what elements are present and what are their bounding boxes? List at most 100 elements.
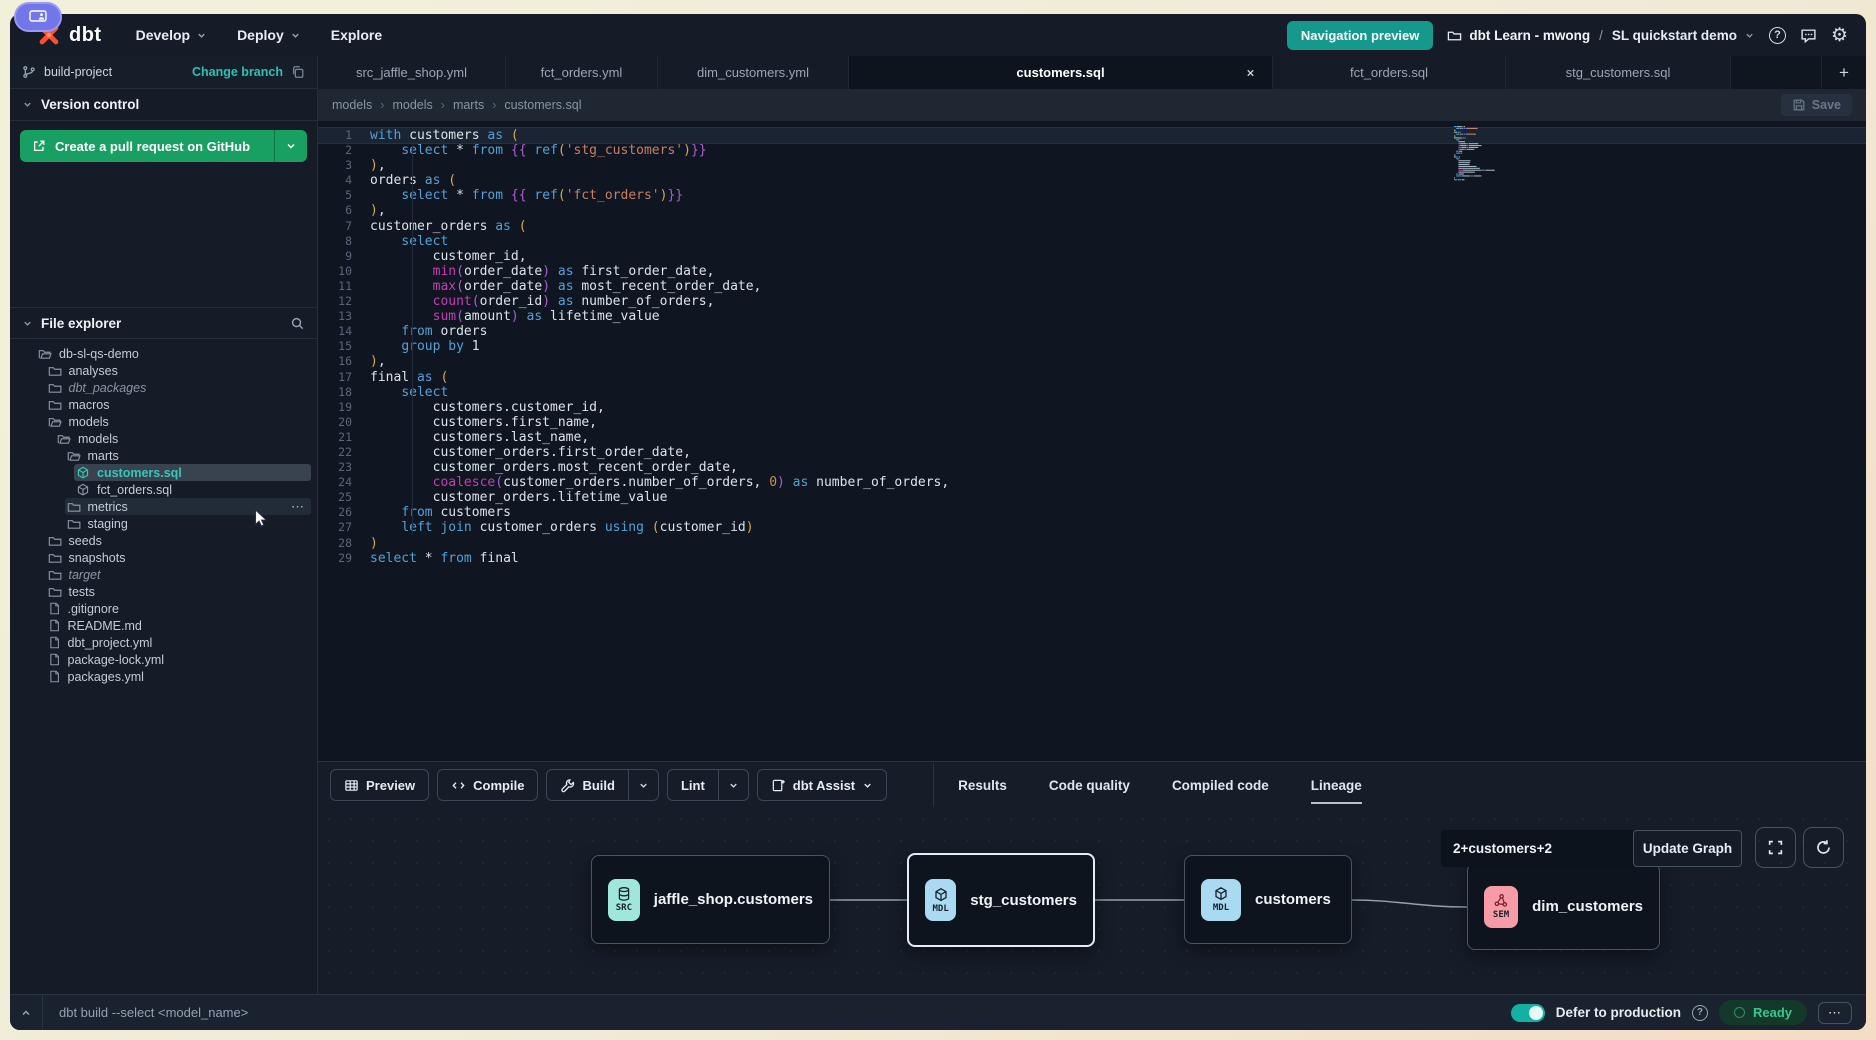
navigation-preview-button[interactable]: Navigation preview [1287,21,1433,50]
tree-folder-analyses[interactable]: analyses [10,362,317,379]
minimap[interactable] [1452,124,1510,186]
new-tab-button[interactable]: + [1822,56,1866,89]
breadcrumb-models-1[interactable]: models [332,98,372,112]
folder-icon [48,381,62,395]
nav-explore[interactable]: Explore [331,27,382,43]
close-tab-icon[interactable] [1245,67,1256,78]
editor-tab-src_jaffle_shop.yml[interactable]: src_jaffle_shop.yml [318,56,506,89]
tree-file-fct_orders.sql[interactable]: fct_orders.sql [10,481,317,498]
nav-develop[interactable]: Develop [136,27,207,43]
tree-file-.gitignore[interactable]: .gitignore [10,600,317,617]
tree-folder-metrics[interactable]: metrics ⋯ [10,498,317,515]
tree-folder-dbt_packages[interactable]: dbt_packages [10,379,317,396]
tree-folder-models[interactable]: models [10,430,317,447]
preview-button[interactable]: Preview [330,769,429,801]
panel-tab-lineage[interactable]: Lineage [1311,762,1362,808]
save-icon [1792,98,1806,112]
code-line-8: 8 select [318,234,1866,249]
code-line-14: 14 from orders [318,324,1866,339]
change-branch-link[interactable]: Change branch [192,65,283,79]
tree-folder-models[interactable]: models [10,413,317,430]
refresh-button[interactable] [1803,827,1844,868]
build-options-button[interactable] [628,770,658,800]
compile-button[interactable]: Compile [437,769,538,801]
editor-tab-customers.sql[interactable]: customers.sql [849,56,1273,89]
tree-folder-db-sl-qs-demo[interactable]: db-sl-qs-demo [10,345,317,362]
tree-item-label: metrics [88,500,128,514]
line-number: 27 [318,520,370,535]
topbar-right: Navigation preview dbt Learn - mwong / S… [1287,21,1848,50]
model-icon [76,466,90,480]
node-type-badge-src: SRC [608,879,640,921]
editor-tab-fct_orders.yml[interactable]: fct_orders.yml [506,56,658,89]
nav-deploy[interactable]: Deploy [237,27,301,43]
expand-command-bar-button[interactable] [10,995,42,1030]
lineage-canvas[interactable]: SRC jaffle_shop.customers MDLstg_customers… [318,808,1866,994]
lint-button[interactable]: Lint [668,770,718,800]
build-button[interactable]: Build [547,770,628,800]
node-label: jaffle_shop.customers [654,891,813,908]
tree-folder-macros[interactable]: macros [10,396,317,413]
command-input[interactable]: dbt build --select <model_name> [43,1005,248,1020]
file-search-button[interactable] [290,316,305,331]
lineage-node-stg_customers[interactable]: MDLstg_customers [907,853,1095,947]
code-editor[interactable]: 1with customers as (2 select * from {{ r… [318,121,1866,761]
editor-tab-stg_customers.sql[interactable]: stg_customers.sql [1506,56,1731,89]
button-label: Preview [366,778,415,793]
dbt-assist-button[interactable]: dbt Assist [757,769,887,801]
tree-folder-target[interactable]: target [10,566,317,583]
folder-icon [48,585,62,599]
statusbar-more-button[interactable]: ⋯ [1818,1002,1852,1024]
defer-to-production-toggle[interactable] [1511,1004,1545,1022]
feedback-button[interactable] [1800,27,1817,44]
code-line-22: 22 customer_orders.first_order_date, [318,445,1866,460]
tree-file-package-lock.yml[interactable]: package-lock.yml [10,651,317,668]
help-button[interactable]: ? [1769,27,1786,44]
tab-label: dim_customers.yml [697,65,809,80]
version-control-header[interactable]: Version control [10,89,317,121]
tree-folder-staging[interactable]: staging [10,515,317,532]
breadcrumb-file[interactable]: customers.sql [504,98,581,112]
copy-branch-button[interactable] [291,65,305,79]
panel-tab-compiled-code[interactable]: Compiled code [1172,762,1269,808]
pull-request-options-button[interactable] [274,130,307,162]
tree-item-label: customers.sql [97,466,182,480]
chevron-down-icon [22,99,33,110]
defer-help-icon[interactable]: ? [1692,1005,1708,1021]
tree-file-dbt_project.yml[interactable]: dbt_project.yml [10,634,317,651]
save-button[interactable]: Save [1781,94,1852,116]
lineage-node-jaffle_shop.customers[interactable]: SRC jaffle_shop.customers [591,855,830,944]
lineage-node-customers[interactable]: MDLcustomers [1184,855,1352,944]
panel-tab-results[interactable]: Results [958,762,1007,808]
editor-tab-fct_orders.sql[interactable]: fct_orders.sql [1273,56,1506,89]
lint-options-button[interactable] [718,770,748,800]
tree-file-customers.sql[interactable]: customers.sql [10,464,317,481]
fullscreen-button[interactable] [1755,827,1796,868]
tree-folder-snapshots[interactable]: snapshots [10,549,317,566]
tree-folder-marts[interactable]: marts [10,447,317,464]
create-pull-request-button[interactable]: Create a pull request on GitHub [20,130,274,162]
panel-tab-code-quality[interactable]: Code quality [1049,762,1130,808]
update-graph-button[interactable]: Update Graph [1633,830,1742,867]
lineage-node-dim_customers[interactable]: SEMdim_customers [1467,863,1660,950]
editor-tab-dim_customers.yml[interactable]: dim_customers.yml [658,56,849,89]
account-switcher[interactable]: dbt Learn - mwong / SL quickstart demo [1447,28,1755,43]
file-explorer-header[interactable]: File explorer [10,307,317,339]
tree-file-packages.yml[interactable]: packages.yml [10,668,317,685]
settings-button[interactable]: ⚙ [1831,26,1848,45]
ready-status-badge[interactable]: Ready [1719,1000,1807,1025]
tree-item-label: seeds [69,534,102,548]
tree-file-README.md[interactable]: README.md [10,617,317,634]
line-number: 23 [318,460,370,475]
breadcrumb-marts[interactable]: marts [453,98,484,112]
bottom-panel: Preview Compile Build Lint dbt Assist Result… [318,761,1866,994]
tree-folder-tests[interactable]: tests [10,583,317,600]
tree-item-menu-icon[interactable]: ⋯ [291,499,305,515]
breadcrumb-models-2[interactable]: models [392,98,432,112]
lineage-filter-input[interactable] [1441,830,1633,867]
button-label: Lint [681,778,705,793]
line-number: 15 [318,339,370,354]
tree-folder-seeds[interactable]: seeds [10,532,317,549]
sidebar: build-project Change branch Version cont… [10,56,318,994]
node-type-badge-mdl: MDL [925,879,956,921]
